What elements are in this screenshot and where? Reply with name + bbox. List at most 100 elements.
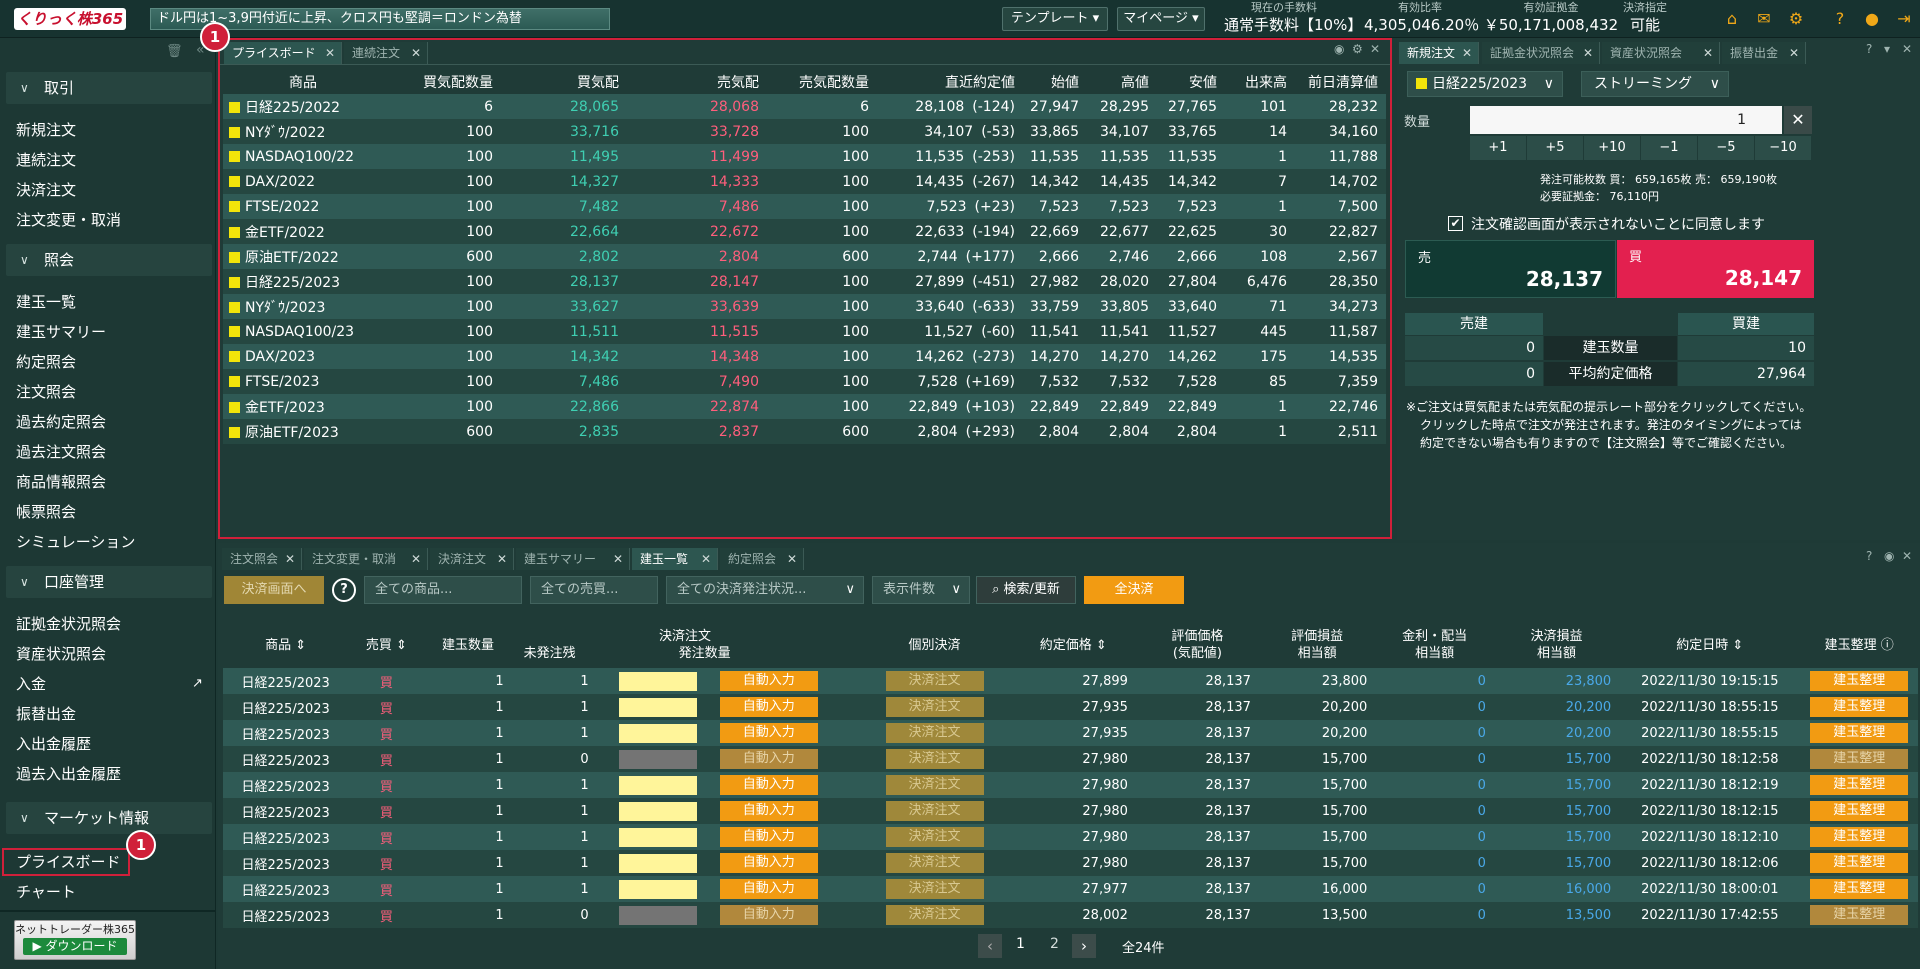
settle-order-button[interactable]: 決済注文 <box>885 775 984 795</box>
close-icon[interactable]: ✕ <box>1902 42 1912 56</box>
close-icon[interactable]: ✕ <box>1462 42 1472 64</box>
qty-input[interactable]: 1 <box>1470 106 1782 134</box>
help-icon[interactable]: ? <box>1866 42 1872 56</box>
settle-order-button[interactable]: 決済注文 <box>885 697 984 717</box>
close-icon[interactable]: ✕ <box>1902 549 1912 563</box>
qty-step-button[interactable]: −10 <box>1755 136 1812 160</box>
user-icon[interactable]: ● <box>1862 9 1882 29</box>
order-qty-input[interactable] <box>619 853 698 873</box>
tab-positions-5[interactable]: 約定照会 ✕ <box>720 548 804 570</box>
help-icon[interactable]: ⓘ <box>1881 638 1894 653</box>
sidebar-item-positions[interactable]: 建玉一覧 <box>16 292 76 312</box>
close-icon[interactable]: ✕ <box>1789 42 1799 64</box>
auto-input-button[interactable]: 自動入力 <box>719 775 818 795</box>
settle-all-button[interactable]: 全決済 <box>1084 576 1184 604</box>
sidebar-item-cash-history[interactable]: 入出金履歴 <box>16 734 91 754</box>
section-trade[interactable]: ∨ 取引 <box>6 72 212 104</box>
logo[interactable]: くりっく株365 <box>14 8 126 30</box>
col-settle-pl[interactable]: 決済損益 相当額 <box>1493 622 1620 668</box>
sidebar-item-simulation[interactable]: シミュレーション <box>16 532 135 552</box>
close-icon[interactable]: ✕ <box>613 548 623 570</box>
settle-order-button[interactable]: 決済注文 <box>885 853 984 873</box>
close-icon[interactable]: ✕ <box>1703 42 1713 64</box>
settle-order-button[interactable]: 決済注文 <box>885 827 984 847</box>
side-filter[interactable]: 全ての売買... <box>530 576 658 604</box>
tab-new-order[interactable]: 新規注文 ✕ <box>1399 42 1479 64</box>
sidebar-item-transfer[interactable]: 振替出金 <box>16 704 76 724</box>
sidebar-item-settle-order[interactable]: 決済注文 <box>16 180 76 200</box>
help-icon[interactable]: ? <box>1830 9 1850 29</box>
tab-positions-2[interactable]: 決済注文 ✕ <box>430 548 514 570</box>
prev-page-button[interactable]: ‹ <box>978 934 1002 958</box>
close-icon[interactable]: ✕ <box>497 548 507 570</box>
order-qty-input[interactable] <box>619 801 698 821</box>
auto-input-button[interactable]: 自動入力 <box>719 827 818 847</box>
col-product[interactable]: 商品 ⇕ <box>223 622 349 668</box>
sidebar-item-past-orders[interactable]: 過去注文照会 <box>16 442 106 462</box>
trash-icon[interactable]: 🗑 <box>166 44 183 59</box>
auto-input-button[interactable]: 自動入力 <box>719 697 818 717</box>
settle-order-button[interactable]: 決済注文 <box>885 671 984 691</box>
sidebar-item-position-summary[interactable]: 建玉サマリー <box>16 322 106 342</box>
close-icon[interactable]: ✕ <box>701 548 711 570</box>
qty-step-button[interactable]: +10 <box>1584 136 1641 160</box>
mode-select[interactable]: ストリーミング ∨ <box>1581 71 1729 97</box>
sidebar-item-margin-status[interactable]: 証拠金状況照会 <box>16 614 121 634</box>
sidebar-item-continuous-order[interactable]: 連続注文 <box>16 150 76 170</box>
sidebar-item-product-info[interactable]: 商品情報照会 <box>16 472 106 492</box>
manage-position-button[interactable]: 建玉整理 <box>1810 801 1909 821</box>
home-icon[interactable]: ⌂ <box>1722 9 1742 29</box>
manage-position-button[interactable]: 建玉整理 <box>1810 775 1909 795</box>
sidebar-item-deposit[interactable]: 入金 <box>16 674 46 694</box>
col-interest[interactable]: 金利・配当 相当額 <box>1375 622 1494 668</box>
close-icon[interactable]: ✕ <box>411 548 421 570</box>
tab-positions-4[interactable]: 建玉一覧 ✕ <box>632 548 718 570</box>
tab-positions-0[interactable]: 注文照会 ✕ <box>222 548 302 570</box>
settle-order-button[interactable]: 決済注文 <box>885 749 984 769</box>
sidebar-item-new-order[interactable]: 新規注文 <box>16 120 76 140</box>
sidebar-item-past-executions[interactable]: 過去約定照会 <box>16 412 106 432</box>
qty-step-button[interactable]: +1 <box>1470 136 1527 160</box>
col-side[interactable]: 売買 ⇕ <box>348 622 425 668</box>
tab-positions-3[interactable]: 建玉サマリー ✕ <box>516 548 630 570</box>
section-inquiry[interactable]: ∨ 照会 <box>6 244 212 276</box>
tab-transfer[interactable]: 振替出金 ✕ <box>1722 42 1806 64</box>
mail-icon[interactable]: ✉ <box>1754 9 1774 29</box>
qty-step-button[interactable]: −1 <box>1641 136 1698 160</box>
external-link-icon[interactable]: ↗ <box>192 676 203 691</box>
manage-position-button[interactable]: 建玉整理 <box>1810 697 1909 717</box>
help-icon[interactable]: ? <box>332 578 356 602</box>
order-qty-input[interactable] <box>619 697 698 717</box>
page-2[interactable]: 2 <box>1050 936 1059 952</box>
product-select[interactable]: 日経225/2023 ∨ <box>1407 71 1563 97</box>
col-exec-time[interactable]: 約定日時 ⇕ <box>1619 622 1801 668</box>
order-qty-input[interactable] <box>619 723 698 743</box>
auto-input-button[interactable]: 自動入力 <box>719 723 818 743</box>
manage-position-button[interactable]: 建玉整理 <box>1810 671 1909 691</box>
logout-icon[interactable]: ⇥ <box>1894 9 1914 29</box>
col-eval-pl[interactable]: 評価損益 相当額 <box>1258 622 1376 668</box>
order-qty-input[interactable] <box>619 671 698 691</box>
auto-input-button[interactable]: 自動入力 <box>719 879 818 899</box>
sidebar-item-past-cash-history[interactable]: 過去入出金履歴 <box>16 764 121 784</box>
auto-input-button[interactable]: 自動入力 <box>719 801 818 821</box>
close-icon[interactable]: ✕ <box>1583 42 1593 64</box>
chevron-down-icon[interactable]: ▾ <box>1884 42 1890 56</box>
col-eval-price[interactable]: 評価価格 (気配値) <box>1135 622 1259 668</box>
sidebar-item-executions[interactable]: 約定照会 <box>16 352 76 372</box>
search-button[interactable]: ⌕ 検索/更新 <box>976 576 1076 604</box>
next-page-button[interactable]: › <box>1072 934 1096 958</box>
template-button[interactable]: テンプレート ▾ <box>1002 7 1108 31</box>
sell-price-button[interactable]: 売 28,137 <box>1405 240 1616 298</box>
section-market[interactable]: ∨ マーケット情報 <box>6 802 212 834</box>
section-account[interactable]: ∨ 口座管理 <box>6 566 212 598</box>
manage-position-button[interactable]: 建玉整理 <box>1810 723 1909 743</box>
confirm-checkbox[interactable]: ✔ <box>1448 216 1463 231</box>
gear-icon[interactable]: ⚙ <box>1786 9 1806 29</box>
clear-qty-button[interactable]: ✕ <box>1784 106 1812 134</box>
sidebar-item-chart[interactable]: チャート <box>16 882 76 902</box>
download-button[interactable]: ネットトレーダー株365 ▶ ダウンロード <box>14 920 136 960</box>
settle-order-button[interactable]: 決済注文 <box>885 905 984 925</box>
order-qty-input[interactable] <box>619 879 698 899</box>
qty-step-button[interactable]: −5 <box>1698 136 1755 160</box>
